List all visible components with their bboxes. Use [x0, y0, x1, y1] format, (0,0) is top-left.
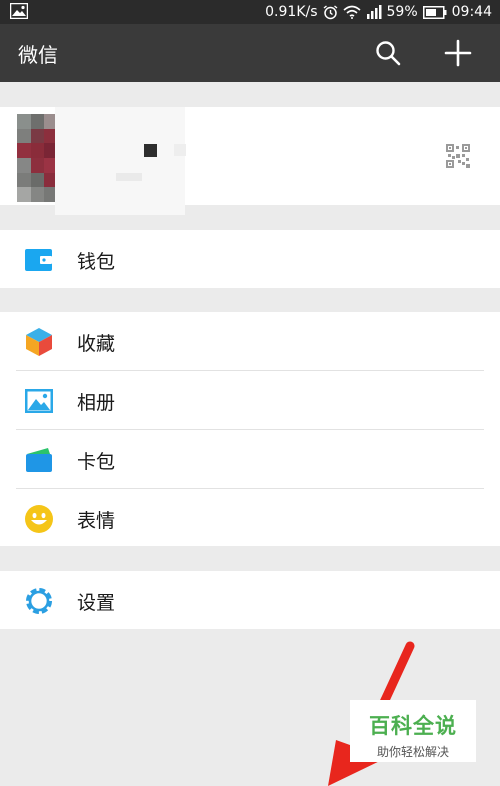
smiley-icon [25, 505, 53, 533]
avatar-pixel [17, 143, 31, 158]
avatar-pixel [17, 172, 31, 188]
watermark-subtitle: 助你轻松解决 [376, 745, 449, 759]
clock: 09:44 [451, 4, 492, 20]
watermark-title: 百科全说 [369, 714, 457, 738]
cube-icon [26, 328, 52, 356]
picture-icon [25, 389, 53, 413]
search-icon[interactable] [374, 39, 402, 67]
wallet-section: 钱包 [0, 230, 500, 288]
avatar-pixel [30, 128, 45, 144]
blurred-id-pixel [116, 173, 142, 181]
menu-item-album[interactable]: 相册 [0, 371, 500, 429]
menu-label: 表情 [77, 510, 116, 532]
menu-item-stickers[interactable]: 表情 [0, 489, 500, 547]
avatar-pixel [17, 158, 31, 173]
battery-icon [422, 5, 447, 19]
avatar-pixel [17, 114, 31, 129]
menu-label: 收藏 [77, 333, 116, 355]
watermark-logo: 百科全说 助你轻松解决 [350, 700, 476, 762]
image-notification-icon [10, 3, 28, 19]
blurred-name-pixel [174, 144, 186, 156]
status-bar: 0.91K/s 59% 09:44 [0, 0, 500, 24]
card-icon [26, 448, 52, 472]
avatar-pixel [30, 172, 45, 188]
app-bar: 微信 [0, 24, 500, 82]
gear-icon [26, 588, 52, 614]
menu-item-settings[interactable]: 设置 [0, 571, 500, 629]
network-speed: 0.91K/s [265, 4, 318, 20]
avatar-pixel [30, 114, 45, 129]
avatar-pixel [30, 158, 45, 173]
battery-percent: 59% [386, 4, 418, 20]
wifi-icon [342, 5, 361, 19]
avatar-pixel [17, 187, 31, 202]
profile-card[interactable] [0, 107, 500, 215]
menu-label: 相册 [77, 392, 116, 414]
blurred-name [55, 107, 185, 215]
menu-label: 卡包 [77, 451, 116, 473]
signal-icon [366, 5, 382, 19]
plus-icon[interactable] [444, 39, 472, 67]
avatar-pixel [17, 128, 31, 144]
status-indicators: 0.91K/s 59% 09:44 [265, 0, 492, 24]
alarm-icon [323, 4, 337, 19]
qr-code-icon[interactable] [446, 144, 470, 168]
blurred-name-pixel [144, 144, 157, 157]
avatar-pixel [30, 187, 45, 202]
menu-label: 设置 [77, 592, 116, 614]
wallet-icon [25, 249, 52, 271]
menu-item-favorites[interactable]: 收藏 [0, 312, 500, 370]
avatar-pixel [30, 143, 45, 158]
menu-item-cards[interactable]: 卡包 [0, 430, 500, 488]
menu-item-wallet[interactable]: 钱包 [0, 230, 500, 288]
settings-section: 设置 [0, 571, 500, 629]
collection-section: 收藏 相册 卡包 表情 [0, 312, 500, 546]
menu-label: 钱包 [77, 251, 116, 273]
app-title: 微信 [18, 43, 58, 67]
